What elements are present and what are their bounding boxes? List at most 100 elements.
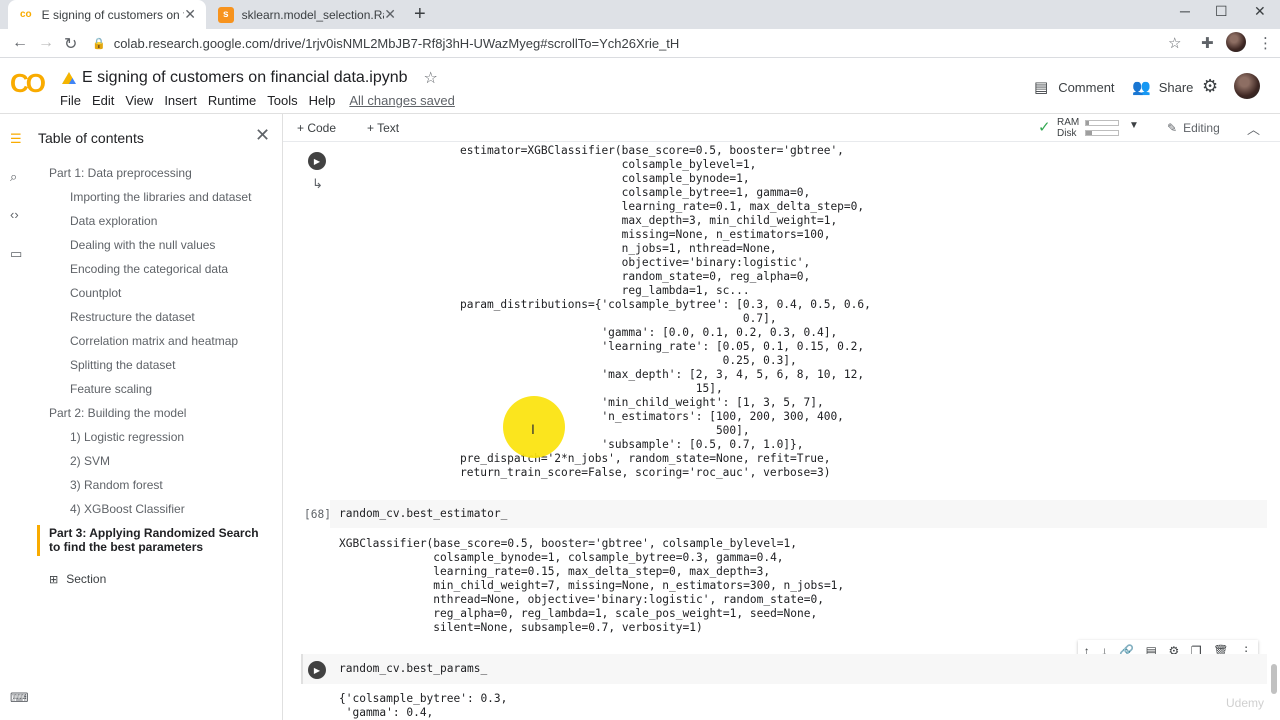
add-section-button[interactable]: ⊞ Section — [49, 572, 106, 586]
disk-usage-fill — [1086, 131, 1093, 135]
menu-runtime[interactable]: Runtime — [208, 93, 256, 108]
connected-check-icon: ✓ — [1038, 119, 1051, 136]
scrollbar-thumb[interactable] — [1271, 664, 1277, 694]
notebook-toolbar: + Code + Text ✓ RAM Disk ▼ ✎ Editing ︿ — [283, 114, 1280, 142]
menu-view[interactable]: View — [125, 93, 153, 108]
browser-tab-strip: co E signing of customers on financial ✕… — [0, 0, 1280, 29]
bookmark-star-icon[interactable]: ☆ — [1168, 34, 1181, 52]
comment-button[interactable]: ▤ Comment — [1034, 78, 1115, 96]
new-tab-icon[interactable]: + — [414, 4, 426, 24]
menu-tools[interactable]: Tools — [267, 93, 297, 108]
editing-mode-button[interactable]: ✎ Editing — [1167, 121, 1220, 135]
output-redirect-icon[interactable]: ↳ — [312, 176, 323, 192]
tab-title: E signing of customers on financial — [41, 7, 185, 22]
browser-menu-icon[interactable]: ⋮ — [1258, 34, 1273, 52]
ram-usage-bar — [1085, 120, 1119, 126]
colab-header: CO E signing of customers on financial d… — [0, 58, 1280, 114]
ram-label: RAM — [1057, 117, 1080, 128]
toc-item-splitting[interactable]: Splitting the dataset — [70, 358, 175, 372]
notebook-title-text: E signing of customers on financial data… — [82, 69, 408, 86]
star-icon[interactable]: ☆ — [424, 68, 438, 88]
udemy-watermark: Udemy — [1226, 696, 1265, 710]
editing-label: Editing — [1183, 121, 1220, 135]
toc-item-null-values[interactable]: Dealing with the null values — [70, 238, 215, 252]
save-status[interactable]: All changes saved — [349, 93, 455, 108]
colab-favicon-icon: co — [19, 9, 32, 20]
toc-item-restructure[interactable]: Restructure the dataset — [70, 310, 195, 324]
minimize-icon[interactable]: ─ — [1180, 3, 1190, 19]
ram-usage-fill — [1086, 121, 1090, 125]
toc-item-scaling[interactable]: Feature scaling — [70, 382, 152, 396]
pencil-icon: ✎ — [1167, 121, 1178, 135]
lock-icon: 🔒 — [92, 37, 106, 50]
user-avatar[interactable] — [1234, 73, 1260, 99]
colab-logo[interactable]: CO — [10, 68, 46, 99]
comment-label: Comment — [1058, 79, 1115, 95]
close-tab-icon[interactable]: ✕ — [384, 6, 396, 23]
menu-insert[interactable]: Insert — [164, 93, 197, 108]
share-label: Share — [1158, 79, 1194, 95]
toc-item-part2[interactable]: Part 2: Building the model — [49, 406, 186, 420]
maximize-icon[interactable]: ☐ — [1215, 3, 1228, 20]
add-section-label: Section — [66, 572, 107, 586]
play-icon: ▶ — [313, 665, 321, 675]
toc-item-logistic[interactable]: 1) Logistic regression — [70, 430, 184, 444]
tab-title: sklearn.model_selection.Randomiz — [241, 7, 385, 22]
toc-item-countplot[interactable]: Countplot — [70, 286, 121, 300]
forward-arrow-icon[interactable]: → — [38, 34, 54, 52]
cell-69-output: {'colsample_bytree': 0.3, 'gamma': 0.4, — [339, 692, 508, 719]
add-text-button[interactable]: + Text — [367, 121, 399, 135]
code-snippets-icon[interactable]: ‹› — [10, 207, 19, 222]
disk-label: Disk — [1057, 128, 1077, 139]
cell-68-code[interactable]: random_cv.best_estimator_ — [339, 507, 507, 521]
terminal-icon[interactable]: ⌨ — [10, 690, 29, 706]
menu-help[interactable]: Help — [309, 93, 336, 108]
close-sidebar-icon[interactable]: ✕ — [255, 125, 270, 146]
run-cell-69-button[interactable]: ▶ — [308, 661, 326, 679]
address-bar[interactable]: 🔒 colab.research.google.com/drive/1rjv0i… — [92, 31, 1192, 55]
toc-item-svm[interactable]: 2) SVM — [70, 454, 110, 468]
text-cursor-icon: I — [531, 421, 535, 437]
execution-count-68: [68] — [304, 508, 331, 521]
resource-monitor[interactable]: RAM Disk — [1057, 117, 1079, 139]
cell-69-code[interactable]: random_cv.best_params_ — [339, 662, 487, 676]
files-folder-icon[interactable]: ▭ — [10, 246, 22, 262]
sidebar: ☰ ⌕ ‹› ▭ ⌨ Table of contents ✕ Part 1: D… — [0, 114, 283, 720]
toc-item-part3[interactable]: Part 3: Applying Randomized Search to fi… — [49, 526, 269, 554]
menu-file[interactable]: File — [60, 93, 81, 108]
browser-tab-notebook[interactable]: co E signing of customers on financial ✕ — [8, 0, 206, 29]
resource-dropdown-icon[interactable]: ▼ — [1129, 120, 1139, 131]
menu-edit[interactable]: Edit — [92, 93, 114, 108]
extensions-icon[interactable]: ✚ — [1201, 34, 1214, 52]
close-tab-icon[interactable]: ✕ — [184, 6, 196, 23]
browser-toolbar: ← → ↻ 🔒 colab.research.google.com/drive/… — [0, 29, 1280, 58]
menu-bar: File Edit View Insert Runtime Tools Help… — [60, 93, 466, 108]
search-icon[interactable]: ⌕ — [10, 169, 17, 185]
browser-profile-avatar[interactable] — [1226, 32, 1246, 52]
comment-icon: ▤ — [1034, 79, 1049, 96]
settings-gear-icon[interactable]: ⚙ — [1202, 76, 1218, 97]
reload-icon[interactable]: ↻ — [64, 34, 77, 54]
add-box-icon: ⊞ — [49, 573, 59, 586]
collapse-chevron-icon[interactable]: ︿ — [1247, 119, 1260, 138]
notebook-title[interactable]: E signing of customers on financial data… — [62, 68, 438, 88]
run-cell-button[interactable]: ▶ — [308, 152, 326, 170]
browser-tab-sklearn[interactable]: s sklearn.model_selection.Randomiz ✕ — [208, 0, 406, 29]
toc-item-xgboost[interactable]: 4) XGBoost Classifier — [70, 502, 185, 516]
share-button[interactable]: 👥 Share — [1132, 78, 1193, 96]
toc-item-part1[interactable]: Part 1: Data preprocessing — [49, 166, 192, 180]
toc-item-importing[interactable]: Importing the libraries and dataset — [70, 190, 251, 204]
back-arrow-icon[interactable]: ← — [12, 34, 28, 52]
cell-68-output: XGBClassifier(base_score=0.5, booster='g… — [339, 537, 845, 634]
sklearn-favicon-icon: s — [218, 6, 234, 23]
add-code-button[interactable]: + Code — [297, 121, 336, 135]
toc-item-correlation[interactable]: Correlation matrix and heatmap — [70, 334, 238, 348]
sidebar-rail: ☰ ⌕ ‹› ▭ ⌨ — [0, 114, 33, 720]
toc-item-random-forest[interactable]: 3) Random forest — [70, 478, 163, 492]
table-of-contents-icon[interactable]: ☰ — [10, 131, 22, 147]
toc-item-exploration[interactable]: Data exploration — [70, 214, 157, 228]
window-close-icon[interactable]: ✕ — [1254, 3, 1266, 20]
disk-usage-bar — [1085, 130, 1119, 136]
toc-item-encoding[interactable]: Encoding the categorical data — [70, 262, 228, 276]
google-drive-icon — [62, 72, 76, 84]
